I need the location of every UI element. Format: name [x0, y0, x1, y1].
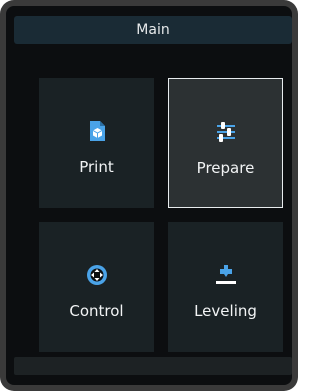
- leveling-button[interactable]: Leveling: [168, 222, 283, 352]
- print-button[interactable]: Print: [39, 78, 154, 208]
- page-title: Main: [136, 22, 170, 38]
- print-label: Print: [79, 158, 114, 176]
- device-frame: Main Print Prepare Control Leveling: [0, 0, 298, 391]
- sliders-icon: [216, 122, 235, 142]
- prepare-button[interactable]: Prepare: [168, 78, 283, 208]
- print-file-icon: [89, 121, 105, 141]
- leveling-label: Leveling: [194, 302, 257, 320]
- dpad-icon: [86, 265, 107, 285]
- prepare-label: Prepare: [196, 159, 255, 177]
- leveling-icon: [215, 265, 236, 284]
- screen: Main Print Prepare Control Leveling: [6, 6, 292, 385]
- header-title-bar: Main: [14, 16, 292, 44]
- control-button[interactable]: Control: [39, 222, 154, 352]
- control-label: Control: [69, 302, 124, 320]
- bottom-status-bar: [14, 357, 292, 375]
